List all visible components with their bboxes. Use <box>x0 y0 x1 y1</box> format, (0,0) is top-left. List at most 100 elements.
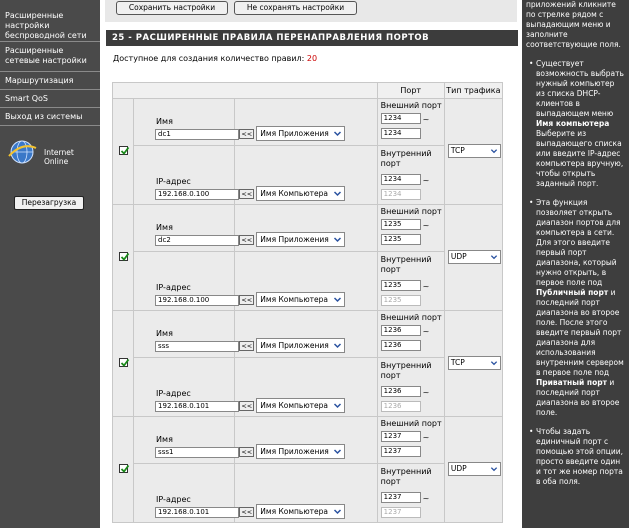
sidebar-item-wireless-advanced[interactable]: Расширенные настройки беспроводной сети <box>0 0 100 42</box>
help-text: и последний порт диапазона во второе пол… <box>536 288 624 377</box>
name-input[interactable]: dc1 <box>155 129 240 140</box>
ip-label: IP-адрес <box>156 283 191 292</box>
apply-computer-button[interactable]: << <box>239 295 255 305</box>
rule-enable-checkbox[interactable] <box>118 358 129 367</box>
external-port-start[interactable]: 1234 <box>380 113 421 124</box>
table-header-row: Порт Тип трафика <box>112 82 504 99</box>
internal-port-end: 1237 <box>380 507 421 518</box>
chevron-down-icon <box>334 131 342 137</box>
range-separator: ~ <box>422 221 430 230</box>
chevron-down-icon <box>334 297 342 303</box>
internal-port-end: 1234 <box>380 189 421 200</box>
traffic-type-cell: UDP <box>443 416 504 523</box>
app-name-select[interactable]: Имя Приложения <box>256 126 346 141</box>
name-cell: Имя dc1 <box>133 98 240 146</box>
save-settings-button[interactable]: Сохранить настройки <box>116 1 228 15</box>
name-label: Имя <box>156 435 173 444</box>
external-port-end[interactable]: 1237 <box>380 446 421 457</box>
ip-label: IP-адрес <box>156 495 191 504</box>
name-input[interactable]: dc2 <box>155 235 240 246</box>
external-port-end[interactable]: 1234 <box>380 128 421 139</box>
dont-save-settings-button[interactable]: Не сохранять настройки <box>234 1 357 15</box>
internal-port-start[interactable]: 1235 <box>380 280 421 291</box>
range-separator: ~ <box>422 327 430 336</box>
traffic-type-select[interactable]: UDP <box>447 250 501 264</box>
apply-computer-button[interactable]: << <box>239 401 255 411</box>
external-port-end[interactable]: 1236 <box>380 340 421 351</box>
external-port-label: Внешний порт <box>380 101 442 110</box>
internal-port-start[interactable]: 1237 <box>380 492 421 503</box>
traffic-type-select[interactable]: TCP <box>447 144 501 158</box>
range-separator: ~ <box>422 433 430 442</box>
internal-port-start[interactable]: 1234 <box>380 174 421 185</box>
app-name-select[interactable]: Имя Приложения <box>256 338 346 353</box>
computer-name-select[interactable]: Имя Компьютера <box>256 186 346 201</box>
internal-port-cell: Внутренний порт 1234 ~ 1234 <box>376 145 445 205</box>
internet-status: Internet Online <box>0 134 100 182</box>
rule-row-name: Имя dc1 << Имя Приложения Внешний порт 1… <box>111 98 504 205</box>
apply-app-button[interactable]: << <box>239 129 255 139</box>
app-select-cell: << Имя Приложения <box>234 98 378 146</box>
name-input[interactable]: sss <box>155 341 240 352</box>
sidebar-item-smart-qos[interactable]: Smart QoS <box>0 90 100 108</box>
help-bold-text: Публичный порт <box>536 288 609 297</box>
traffic-type-select[interactable]: TCP <box>447 356 501 370</box>
ip-label: IP-адрес <box>156 389 191 398</box>
external-port-label: Внешний порт <box>380 313 442 322</box>
ip-input[interactable]: 192.168.0.100 <box>155 295 240 306</box>
apply-app-button[interactable]: << <box>239 341 255 351</box>
computer-name-select[interactable]: Имя Компьютера <box>256 292 346 307</box>
rule-row-name: Имя dc2 << Имя Приложения Внешний порт 1… <box>111 204 504 311</box>
external-port-start[interactable]: 1235 <box>380 219 421 230</box>
computer-name-select[interactable]: Имя Компьютера <box>256 398 346 413</box>
app-name-select[interactable]: Имя Приложения <box>256 232 346 247</box>
external-port-start[interactable]: 1237 <box>380 431 421 442</box>
rule-enable-checkbox[interactable] <box>118 146 129 155</box>
ip-input[interactable]: 192.168.0.100 <box>155 189 240 200</box>
external-port-cell: Внешний порт 1235 ~ 1235 <box>376 204 445 252</box>
reboot-button[interactable]: Перезагрузка <box>14 196 84 210</box>
name-input[interactable]: sss1 <box>155 447 240 458</box>
apply-app-button[interactable]: << <box>239 235 255 245</box>
ip-input[interactable]: 192.168.0.101 <box>155 507 240 518</box>
rule-row-name: Имя sss << Имя Приложения Внешний порт 1… <box>111 310 504 417</box>
apply-computer-button[interactable]: << <box>239 507 255 517</box>
computer-select-cell: << Имя Компьютера <box>234 357 378 417</box>
range-separator: ~ <box>422 282 430 291</box>
external-port-start[interactable]: 1236 <box>380 325 421 336</box>
computer-select-cell: << Имя Компьютера <box>234 145 378 205</box>
computer-name-select[interactable]: Имя Компьютера <box>256 504 346 519</box>
sidebar-item-logout[interactable]: Выход из системы <box>0 108 100 126</box>
internet-status-text: Internet Online <box>44 148 74 166</box>
rule-enable-cell <box>111 310 135 417</box>
traffic-type-select[interactable]: UDP <box>447 462 501 476</box>
app-name-select[interactable]: Имя Приложения <box>256 444 346 459</box>
help-item-computer: Существует возможность выбрать нужный ко… <box>526 59 625 189</box>
internal-port-label: Внутренний порт <box>380 467 432 486</box>
rule-enable-checkbox[interactable] <box>118 464 129 473</box>
app-name-select-value: Имя Приложения <box>260 235 329 244</box>
name-cell: Имя sss <box>133 310 240 358</box>
name-label: Имя <box>156 329 173 338</box>
external-port-end[interactable]: 1235 <box>380 234 421 245</box>
apply-computer-button[interactable]: << <box>239 189 255 199</box>
available-rules-label: Доступное для создания количество правил… <box>113 54 305 63</box>
rule-enable-cell <box>111 98 135 205</box>
sidebar-item-routing[interactable]: Маршрутизация <box>0 72 100 90</box>
ip-cell: IP-адрес 192.168.0.101 <box>133 463 240 523</box>
chevron-down-icon <box>334 509 342 515</box>
external-port-label: Внешний порт <box>380 207 442 216</box>
check-icon <box>120 252 129 261</box>
rule-enable-cell <box>111 204 135 311</box>
ip-cell: IP-адрес 192.168.0.101 <box>133 357 240 417</box>
sidebar-item-network-advanced[interactable]: Расширенные сетевые настройки <box>0 42 100 72</box>
internal-port-label: Внутренний порт <box>380 149 432 168</box>
internal-port-end: 1235 <box>380 295 421 306</box>
rule-enable-checkbox[interactable] <box>118 252 129 261</box>
ip-input[interactable]: 192.168.0.101 <box>155 401 240 412</box>
help-text: Выберите из выпадающего списка или введи… <box>536 129 624 188</box>
apply-app-button[interactable]: << <box>239 447 255 457</box>
range-separator: ~ <box>422 115 430 124</box>
chevron-down-icon <box>490 467 497 472</box>
internal-port-start[interactable]: 1236 <box>380 386 421 397</box>
